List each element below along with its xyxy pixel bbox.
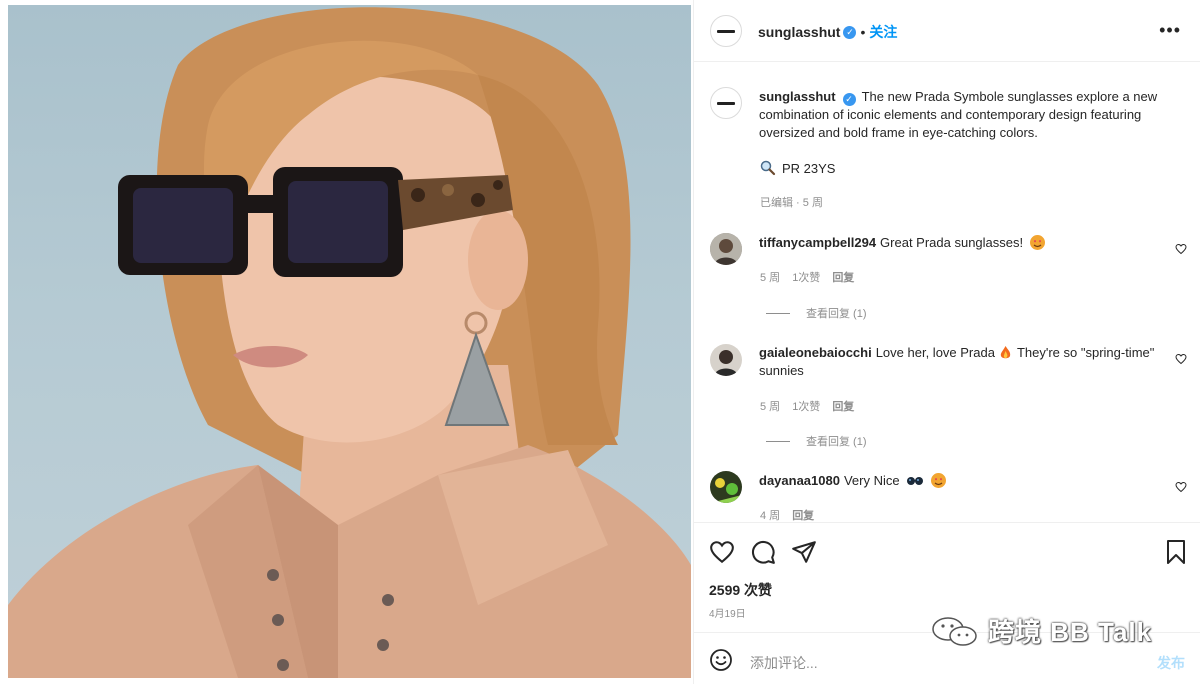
- post-photo[interactable]: [8, 5, 691, 678]
- comment-text-1: tiffanycampbell294 Great Prada sunglasses…: [759, 234, 1159, 252]
- view-replies-2[interactable]: 查看回复 (1): [766, 433, 867, 449]
- instagram-post-view: sunglasshut ✓ • 关注 ••• sunglasshut ✓ The n…: [0, 0, 1200, 684]
- reply-button[interactable]: 回复: [832, 401, 854, 413]
- save-bookmark-icon[interactable]: [1164, 539, 1188, 565]
- replies-divider: [766, 312, 790, 314]
- post-comment-button[interactable]: 发布: [1157, 653, 1185, 673]
- view-replies-label: 查看回复 (1): [806, 308, 867, 320]
- header-account-row: sunglasshut ✓ • 关注: [758, 22, 897, 42]
- comment-input[interactable]: 添加评论...: [750, 653, 818, 673]
- comment-username[interactable]: gaialeonebaiocchi: [759, 345, 872, 360]
- comment-meta-2: 5 周 1次赞 回复: [760, 398, 866, 414]
- comment-text-3: dayanaa1080 Very Nice: [759, 472, 1159, 490]
- user-avatar-icon: [710, 471, 742, 503]
- comment-avatar-dayanaa1080[interactable]: [710, 471, 742, 503]
- sunglasshut-logo-icon: [717, 101, 735, 105]
- user-avatar-icon: [710, 344, 742, 376]
- wechat-logo-icon: [932, 616, 977, 646]
- account-avatar[interactable]: [710, 15, 742, 47]
- watermark-text: 跨境 BB Talk: [988, 617, 1153, 647]
- caption-text: sunglasshut ✓ The new Prada Symbole sungla…: [759, 88, 1189, 142]
- comment-avatar-gaialeonebaiocchi[interactable]: [710, 344, 742, 376]
- product-tag[interactable]: PR 23YS: [760, 160, 835, 176]
- separator-dot: •: [860, 24, 866, 40]
- like-comment-heart-icon[interactable]: [1175, 481, 1187, 493]
- verified-badge-icon: ✓: [842, 93, 856, 106]
- more-horizontal-icon[interactable]: •••: [1159, 20, 1181, 41]
- post-header: sunglasshut ✓ • 关注 •••: [694, 0, 1200, 62]
- comment-body: Love her, love Prada: [875, 345, 995, 360]
- caption-username[interactable]: sunglasshut: [759, 89, 836, 104]
- comment-age: 4 周: [760, 510, 781, 522]
- verified-badge-icon: ✓: [843, 25, 857, 39]
- view-replies-label: 查看回复 (1): [806, 436, 867, 448]
- comment-username[interactable]: dayanaa1080: [759, 473, 840, 488]
- like-heart-icon[interactable]: [709, 539, 735, 565]
- product-tag-label: PR 23YS: [782, 160, 836, 176]
- reply-button[interactable]: 回复: [792, 510, 814, 522]
- follow-button[interactable]: 关注: [869, 22, 897, 42]
- heart-eyes-emoji-icon: [930, 473, 946, 488]
- post-date: 4月19日: [709, 609, 746, 620]
- caption-avatar[interactable]: [710, 87, 742, 119]
- comment-username[interactable]: tiffanycampbell294: [759, 235, 876, 250]
- user-avatar-icon: [710, 233, 742, 265]
- comment-meta-3: 4 周回复: [760, 507, 826, 522]
- sunglasshut-logo-icon: [717, 29, 735, 33]
- comment-text-2: gaialeonebaiocchi Love her, love Prada Th…: [759, 344, 1159, 380]
- emoji-smiley-icon[interactable]: [709, 648, 733, 672]
- like-comment-heart-icon[interactable]: [1175, 243, 1187, 255]
- comments-list[interactable]: sunglasshut ✓ The new Prada Symbole sungla…: [694, 63, 1200, 522]
- like-comment-heart-icon[interactable]: [1175, 353, 1187, 365]
- like-count[interactable]: 2599 次赞: [709, 580, 772, 600]
- sunglasses-emoji-icon: [906, 473, 924, 488]
- comment-like-count: 1次赞: [792, 272, 821, 284]
- share-send-icon[interactable]: [791, 539, 817, 565]
- comment-avatar-tiffanycampbell294[interactable]: [710, 233, 742, 265]
- comment-bubble-icon[interactable]: [750, 539, 776, 565]
- header-username[interactable]: sunglasshut: [758, 24, 840, 40]
- post-image-illustration: [8, 7, 691, 678]
- replies-divider: [766, 440, 790, 442]
- heart-eyes-emoji-icon: [1029, 235, 1045, 250]
- fire-emoji-icon: [998, 345, 1013, 360]
- caption-meta: 已编辑 · 5 周: [760, 197, 823, 209]
- comment-body: Great Prada sunglasses!: [880, 235, 1024, 250]
- comment-body: Very Nice: [843, 473, 900, 488]
- reply-button[interactable]: 回复: [832, 272, 854, 284]
- view-replies-1[interactable]: 查看回复 (1): [766, 305, 867, 321]
- magnifier-emoji-icon: [760, 160, 776, 176]
- comment-like-count: 1次赞: [792, 401, 821, 413]
- comment-age: 5 周: [760, 272, 781, 284]
- comment-meta-1: 5 周 1次赞 回复: [760, 269, 866, 285]
- watermark: 跨境 BB Talk: [930, 612, 1152, 649]
- post-side-panel: sunglasshut ✓ • 关注 ••• sunglasshut ✓ The n…: [693, 0, 1200, 684]
- comment-age: 5 周: [760, 401, 781, 413]
